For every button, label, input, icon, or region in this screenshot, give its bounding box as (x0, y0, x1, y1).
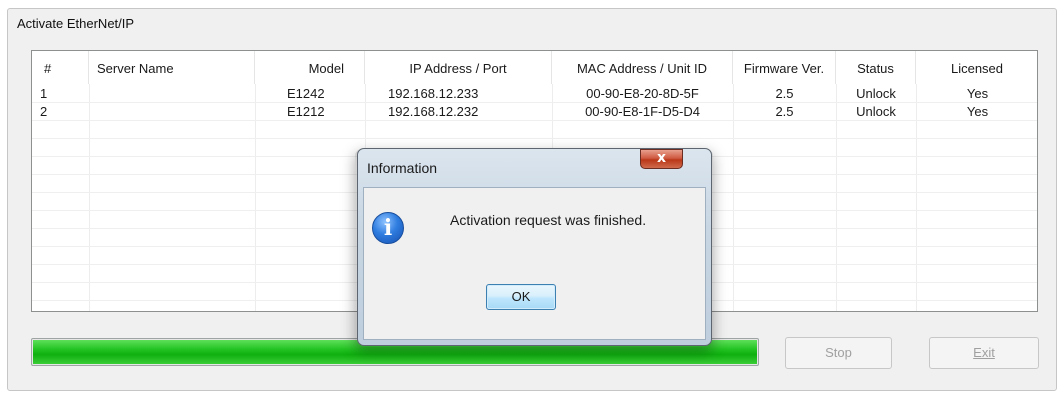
cell-licensed: Yes (966, 104, 989, 119)
column-header-licensed[interactable]: Licensed (916, 51, 1037, 84)
cell-mac-address: 00-90-E8-1F-D5-D4 (585, 104, 700, 119)
cell-status: Unlock (856, 104, 896, 119)
column-header-model[interactable]: Model (255, 51, 365, 84)
exit-button[interactable]: Exit (929, 337, 1039, 369)
cell-firmware: 2.5 (775, 86, 794, 101)
cell-mac-address: 00-90-E8-20-8D-5F (586, 86, 699, 101)
stop-button[interactable]: Stop (785, 337, 892, 369)
cell-ip-address: 192.168.12.233 (388, 86, 479, 101)
cell-ip-address: 192.168.12.232 (388, 104, 479, 119)
table-row[interactable]: 1 E1242 192.168.12.233 00-90-E8-20-8D-5F… (32, 85, 1037, 103)
dialog-body (363, 187, 706, 340)
cell-model: E1242 (287, 86, 325, 101)
close-button[interactable]: x (640, 149, 683, 169)
table-row[interactable]: 2 E1212 192.168.12.232 00-90-E8-1F-D5-D4… (32, 103, 1037, 121)
column-header-number[interactable]: # (32, 51, 89, 84)
cell-status: Unlock (856, 86, 896, 101)
cell-model: E1212 (287, 104, 325, 119)
cell-number: 2 (40, 104, 48, 119)
cell-firmware: 2.5 (775, 104, 794, 119)
column-header-firmware[interactable]: Firmware Ver. (733, 51, 836, 84)
close-icon: x (656, 150, 667, 166)
column-header-server-name[interactable]: Server Name (89, 51, 255, 84)
ok-button[interactable]: OK (486, 284, 556, 310)
column-header-ip-address[interactable]: IP Address / Port (365, 51, 552, 84)
column-header-status[interactable]: Status (836, 51, 916, 84)
cell-licensed: Yes (966, 86, 989, 101)
dialog-message: Activation request was finished. (450, 212, 647, 228)
dialog-title: Information (367, 160, 438, 176)
column-header-mac-address[interactable]: MAC Address / Unit ID (552, 51, 733, 84)
info-icon: i (372, 212, 404, 244)
cell-number: 1 (40, 86, 48, 101)
list-header: # Server Name Model IP Address / Port MA… (32, 51, 1037, 84)
group-title: Activate EtherNet/IP (17, 16, 135, 31)
